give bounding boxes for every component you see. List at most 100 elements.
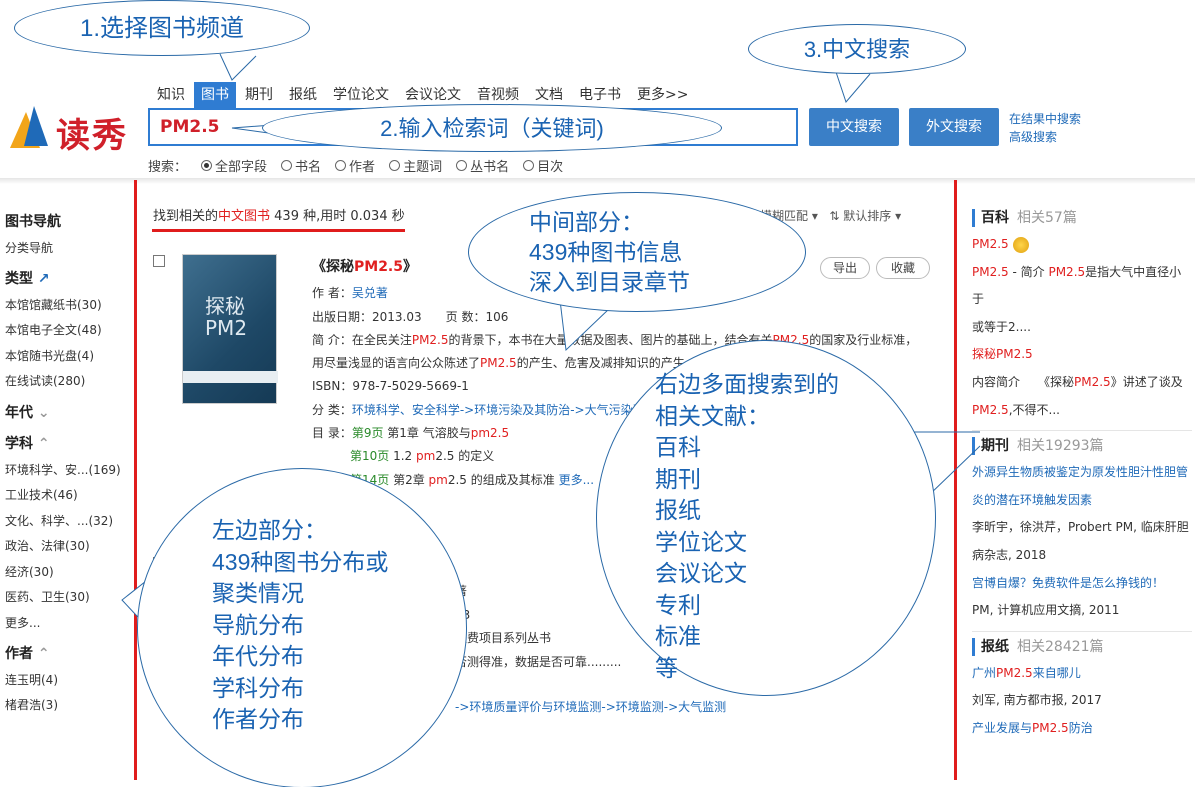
leader-c3 [835,71,871,103]
facet-item[interactable]: 经济(30) [5,560,130,586]
chart-icon: ↗ [37,271,50,287]
chevron-down-icon: ⌄ [37,404,50,421]
tab-more[interactable]: 更多>> [630,82,695,108]
baike-item: 或等于2.... [972,319,1031,334]
chevron-down-icon: ▾ [811,209,818,223]
tab-ebooks[interactable]: 电子书 [572,82,628,108]
news-meta: 刘军, 南方都市报, 2017 [972,693,1102,708]
radio-icon [335,160,347,171]
callout-chinese-search: 3.中文搜索 [748,24,966,74]
result-count: 找到相关的中文图书 439 种,用时 0.034 秒 [153,209,405,224]
radio-icon [201,160,213,171]
chinese-search-button[interactable]: 中文搜索 [809,108,899,146]
advanced-search-link[interactable]: 高级搜索 [1009,130,1057,144]
tab-theses[interactable]: 学位论文 [326,82,396,108]
leader-c1 [219,53,257,81]
baike-item[interactable]: PM2.5 - 简介 PM2.5是指大气中直径小于 [972,259,1192,314]
callout-middle: 中间部分： 439种图书信息 深入到目录章节 [468,192,806,312]
foreign-search-button[interactable]: 外文搜索 [909,108,999,146]
facet-more-link[interactable]: 更多... [5,611,130,637]
book-cover[interactable]: 探秘 PM2 [182,254,278,404]
toc-more-link[interactable]: 更多... [559,473,594,487]
scope-series[interactable]: 丛书名 [456,156,509,175]
facet-item[interactable]: 政治、法律(30) [5,534,130,560]
collect-button[interactable]: 收藏 [876,257,930,279]
sort-icon: ⇅ [829,209,840,223]
journal-section-title[interactable]: 期刊 相关19293篇 [972,437,1192,456]
left-facet-nav: 图书导航 分类导航 类型 ↗ 本馆馆藏纸书(30) 本馆电子全文(48) 本馆随… [5,210,130,719]
book-select-checkbox[interactable] [153,255,165,267]
callout-left: 左边部分： 439种图书分布或 聚类情况 导航分布 年代分布 学科分布 作者分布 [137,468,467,787]
facet-item[interactable]: 工业技术(46) [5,483,130,509]
facet-type-title[interactable]: 类型 ↗ [5,267,130,293]
nav-category-link[interactable]: 分类导航 [5,236,130,262]
news-section-title[interactable]: 报纸 相关28421篇 [972,637,1192,656]
news-item[interactable]: 广州PM2.5来自哪儿 [972,660,1192,688]
callout-right: 右边多面搜索到的 相关文献： 百科 期刊 报纸 学位论文 会议论文 专利 标准 … [596,340,936,696]
radio-icon [523,160,535,171]
baike-section-title[interactable]: 百科 相关57篇 [972,209,1192,227]
facet-item[interactable]: 在线试读(280) [5,369,130,395]
result-count-underline [152,229,405,232]
search-input-value: PM2.5 [160,117,220,137]
baike-intro-2: PM2.5,不得不... [972,402,1060,417]
right-red-divider [954,180,957,780]
facet-item[interactable]: 本馆随书光盘(4) [5,344,130,370]
baike-item[interactable]: PM2.5 [972,231,1192,259]
scope-title[interactable]: 书名 [281,156,321,175]
facet-subject-title[interactable]: 学科 ⌃ [5,432,130,458]
facet-item[interactable]: 连玉明(4) [5,668,130,694]
journal-meta: 病杂志, 2018 [972,547,1047,562]
callout-enter-keyword: 2.输入检索词（关键词) [262,104,722,152]
radio-icon [456,160,468,171]
facet-item[interactable]: 楮君浩(3) [5,693,130,719]
tab-journals[interactable]: 期刊 [238,82,280,108]
tab-knowledge[interactable]: 知识 [150,82,192,108]
facet-item[interactable]: 文化、科学、...(32) [5,509,130,535]
journal-meta: 李昕宇，徐洪芹，Probert PM, 临床肝胆 [972,520,1189,535]
scope-toc[interactable]: 目次 [523,156,563,175]
medal-icon [1012,236,1029,253]
facet-author-title[interactable]: 作者 ⌃ [5,642,130,668]
nav-title: 图书导航 [5,214,61,230]
logo-text: 读秀 [56,116,128,156]
facet-item[interactable]: 医药、卫生(30) [5,585,130,611]
scope-all-fields[interactable]: 全部字段 [201,156,267,175]
news-item[interactable]: 产业发展与PM2.5防治 [972,715,1192,743]
radio-icon [281,160,293,171]
header-divider [0,178,1195,184]
callout-select-channel: 1.选择图书频道 [14,0,310,56]
book-cover-strip [183,371,278,383]
sort-dropdown[interactable]: 默认排序 [843,209,891,223]
chevron-up-icon: ⌃ [37,646,50,662]
search-side-links: 在结果中搜索 高级搜索 [1009,110,1081,146]
related-docs-pane: 百科 相关57篇 PM2.5 PM2.5 - 简介 PM2.5是指大气中直径小于 … [972,205,1192,743]
journal-item[interactable]: 宫博自爆？免费软件是怎么挣钱的！ [972,576,1164,590]
left-red-divider [134,180,137,780]
logo-sail-blue-icon [24,106,48,146]
journal-item[interactable]: 外源异生物质被鉴定为原发性胆汁性胆管 [972,465,1188,479]
divider [972,630,1192,632]
export-button[interactable]: 导出 [820,257,870,279]
facet-year-title[interactable]: 年代 ⌄ [5,401,130,427]
divider [972,430,1192,432]
book2-class[interactable]: ->环境质量评价与环境监测->环境监测->大气监测 [455,700,726,714]
baike-intro: 内容简介 《探秘PM2.5》讲述了谈及 [972,374,1183,389]
scope-author[interactable]: 作者 [335,156,375,175]
scope-subject[interactable]: 主题词 [389,156,442,175]
facet-item[interactable]: 本馆电子全文(48) [5,318,130,344]
search-in-results-link[interactable]: 在结果中搜索 [1009,112,1081,126]
book-intro: 简 介：在全民关注PM2.5的背景下，本书在大量数据及图表、图片的基础上，结合有… [312,332,918,347]
facet-item[interactable]: 本馆馆藏纸书(30) [5,293,130,319]
baike-item[interactable]: 探秘PM2.5 [972,341,1192,369]
chevron-down-icon: ▾ [895,209,902,223]
tab-newspapers[interactable]: 报纸 [282,82,324,108]
tab-books[interactable]: 图书 [194,82,236,108]
search-scope: 搜索： 全部字段 书名 作者 主题词 丛书名 目次 [148,156,577,175]
logo[interactable]: 读秀 [4,106,134,156]
journal-meta: PM, 计算机应用文摘, 2011 [972,603,1120,618]
chevron-up-icon: ⌃ [37,436,50,452]
facet-item[interactable]: 环境科学、安...(169) [5,458,130,484]
journal-item-cont[interactable]: 炎的潜在环境触发因素 [972,493,1092,507]
book-cover-title: 探秘 PM2 [205,294,248,340]
